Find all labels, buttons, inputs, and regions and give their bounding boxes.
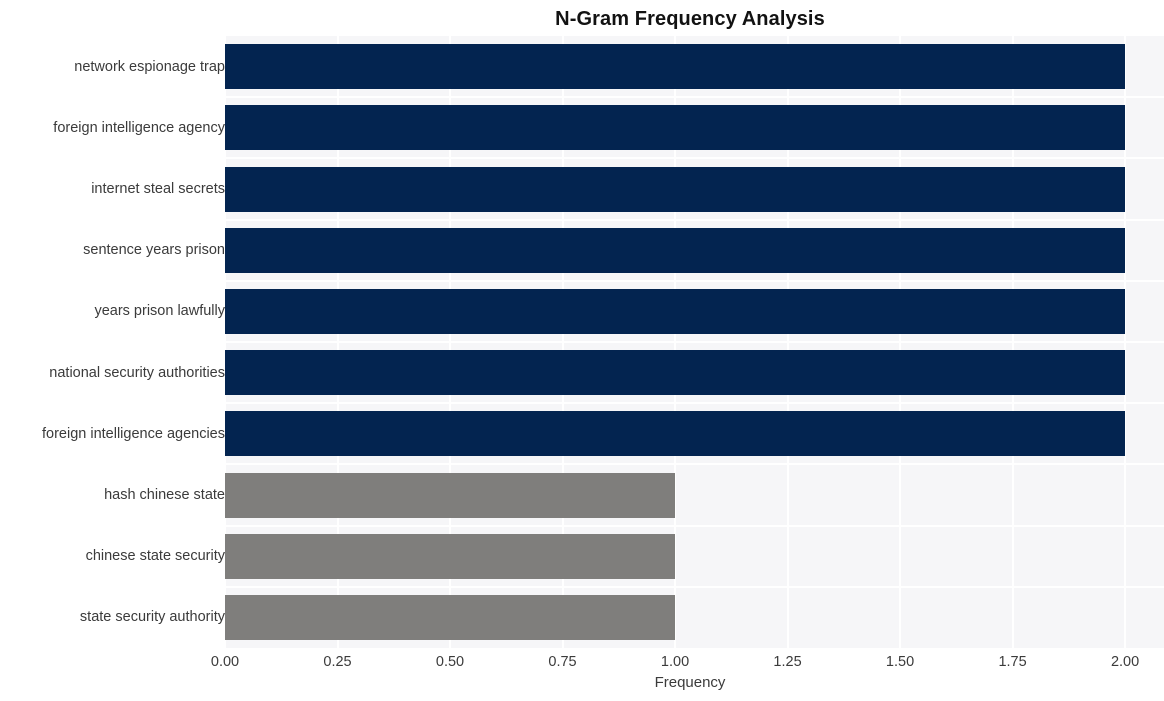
x-axis-tick-labels: 0.00 0.25 0.50 0.75 1.00 1.25 1.50 1.75 2.00 bbox=[211, 652, 1164, 674]
bar bbox=[225, 227, 1126, 273]
y-tick-label: sentence years prison bbox=[83, 242, 225, 259]
y-tick-label: chinese state security bbox=[85, 548, 225, 565]
bar bbox=[225, 472, 676, 518]
bar bbox=[225, 288, 1126, 334]
x-tick-label: 1.50 bbox=[885, 654, 915, 670]
y-gridline bbox=[225, 157, 1164, 160]
y-tick-label: network espionage trap bbox=[74, 58, 225, 75]
y-tick-label: internet steal secrets bbox=[91, 181, 225, 197]
y-gridline bbox=[225, 341, 1164, 343]
bar bbox=[225, 411, 1126, 457]
x-tick-label: 1.75 bbox=[998, 654, 1027, 670]
x-axis-title: Frequency bbox=[654, 674, 726, 691]
x-tick-label: 0.00 bbox=[210, 654, 240, 670]
y-tick-label: state security authority bbox=[79, 609, 225, 626]
y-tick-label: hash chinese state bbox=[104, 487, 225, 503]
bar bbox=[225, 533, 676, 579]
y-gridline bbox=[225, 585, 1164, 588]
y-tick-label: national security authorities bbox=[49, 364, 225, 381]
y-tick-label: years prison lawfully bbox=[94, 303, 225, 320]
y-gridline bbox=[225, 279, 1164, 282]
bar bbox=[225, 166, 1126, 212]
plot-area bbox=[225, 36, 1164, 648]
page-title: N-Gram Frequency Analysis bbox=[555, 8, 825, 30]
bar bbox=[225, 594, 676, 640]
y-gridline bbox=[225, 96, 1164, 99]
bar bbox=[225, 350, 1126, 396]
bar bbox=[225, 105, 1126, 151]
x-tick-label: 1.00 bbox=[660, 654, 690, 670]
x-tick-label: 2.00 bbox=[1110, 654, 1140, 670]
y-axis-tick-labels: network espionage trap foreign intelligen… bbox=[0, 36, 225, 648]
y-gridline bbox=[225, 463, 1164, 466]
y-tick-label: foreign intelligence agencies bbox=[42, 425, 225, 442]
x-tick-label: 0.75 bbox=[548, 654, 577, 670]
bar bbox=[225, 44, 1126, 90]
ngram-frequency-chart-figure: N-Gram Frequency Analysis network espion… bbox=[0, 0, 1164, 701]
x-tick-label: 0.25 bbox=[323, 654, 352, 670]
y-gridline bbox=[225, 402, 1164, 405]
x-tick-label: 1.25 bbox=[773, 654, 802, 670]
x-tick-label: 0.50 bbox=[435, 654, 465, 670]
y-tick-label: foreign intelligence agency bbox=[53, 119, 225, 136]
y-gridline bbox=[225, 524, 1164, 527]
y-gridline bbox=[225, 218, 1164, 221]
